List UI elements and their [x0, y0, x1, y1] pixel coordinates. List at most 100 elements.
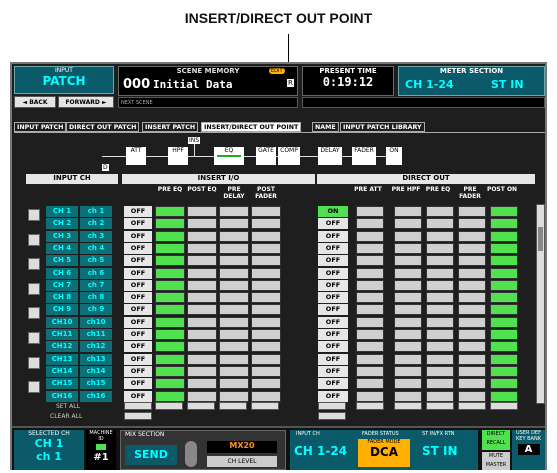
- insert-on-button[interactable]: OFF: [124, 230, 152, 242]
- direct-out-point-button[interactable]: [490, 242, 518, 254]
- insert-point-button[interactable]: [155, 242, 185, 254]
- direct-out-point-button[interactable]: [426, 230, 454, 242]
- insert-on-button[interactable]: OFF: [124, 390, 152, 402]
- direct-out-on-button[interactable]: OFF: [318, 292, 348, 304]
- channel-name[interactable]: ch 6: [80, 267, 112, 279]
- knob-icon[interactable]: [185, 441, 197, 467]
- insert-point-button[interactable]: [219, 206, 249, 217]
- insert-point-button[interactable]: [251, 341, 281, 353]
- insert-point-button[interactable]: [155, 255, 185, 267]
- insert-point-button[interactable]: [155, 353, 185, 365]
- user-def-key-bank[interactable]: USER DEF KEY BANK A: [512, 430, 545, 470]
- insert-on-button[interactable]: OFF: [124, 304, 152, 316]
- direct-out-point-button[interactable]: [458, 279, 486, 291]
- direct-out-point-button[interactable]: [490, 304, 518, 316]
- insert-point-button[interactable]: [155, 378, 185, 390]
- direct-out-point-button[interactable]: [356, 292, 384, 304]
- pair-link-icon[interactable]: [28, 258, 40, 271]
- direct-out-point-button[interactable]: [426, 316, 454, 328]
- insert-point-button[interactable]: [219, 378, 249, 390]
- direct-out-point-button[interactable]: [394, 255, 422, 267]
- direct-out-on-button[interactable]: OFF: [318, 279, 348, 291]
- direct-out-on-button[interactable]: OFF: [318, 390, 348, 402]
- insert-on-button[interactable]: OFF: [124, 279, 152, 291]
- set-all-button[interactable]: [187, 402, 215, 410]
- insert-on-button[interactable]: OFF: [124, 329, 152, 340]
- direct-out-point-button[interactable]: [356, 378, 384, 390]
- channel-id[interactable]: CH13: [46, 353, 78, 365]
- direct-out-point-button[interactable]: [394, 267, 422, 279]
- meter-ch[interactable]: CH 1-24: [405, 78, 454, 91]
- set-all-button[interactable]: [155, 402, 183, 410]
- direct-out-point-button[interactable]: [426, 218, 454, 230]
- mute-master-button[interactable]: MUTE MASTER: [482, 452, 510, 470]
- direct-out-point-button[interactable]: [394, 292, 422, 304]
- direct-out-on-button[interactable]: OFF: [318, 365, 348, 377]
- channel-id[interactable]: CH12: [46, 341, 78, 353]
- channel-id[interactable]: CH 3: [46, 230, 78, 242]
- insert-point-button[interactable]: [187, 279, 217, 291]
- forward-button[interactable]: FORWARD ►: [58, 96, 114, 108]
- insert-point-button[interactable]: [251, 206, 281, 217]
- direct-out-point-button[interactable]: [458, 329, 486, 340]
- insert-point-button[interactable]: [155, 341, 185, 353]
- direct-out-point-button[interactable]: [426, 279, 454, 291]
- pair-link-icon[interactable]: [28, 209, 40, 221]
- direct-out-on-button[interactable]: OFF: [318, 329, 348, 340]
- direct-out-point-button[interactable]: [426, 390, 454, 402]
- channel-name[interactable]: ch11: [80, 329, 112, 340]
- channel-name[interactable]: ch 2: [80, 218, 112, 230]
- insert-point-button[interactable]: [187, 218, 217, 230]
- direct-out-on-button[interactable]: OFF: [318, 316, 348, 328]
- pair-link-icon[interactable]: [28, 282, 40, 295]
- set-all-button[interactable]: [318, 402, 346, 410]
- insert-point-button[interactable]: [251, 365, 281, 377]
- direct-out-point-button[interactable]: [458, 378, 486, 390]
- insert-point-button[interactable]: [219, 390, 249, 402]
- pair-link-icon[interactable]: [28, 356, 40, 369]
- direct-out-point-button[interactable]: [356, 329, 384, 340]
- insert-point-button[interactable]: [187, 365, 217, 377]
- direct-out-point-button[interactable]: [426, 365, 454, 377]
- direct-out-point-button[interactable]: [356, 353, 384, 365]
- insert-point-button[interactable]: [155, 365, 185, 377]
- direct-out-point-button[interactable]: [490, 329, 518, 340]
- insert-on-button[interactable]: OFF: [124, 353, 152, 365]
- direct-out-point-button[interactable]: [356, 242, 384, 254]
- insert-point-button[interactable]: [155, 206, 185, 217]
- channel-name[interactable]: ch15: [80, 378, 112, 390]
- insert-point-button[interactable]: [219, 230, 249, 242]
- direct-out-point-button[interactable]: [394, 206, 422, 217]
- insert-point-button[interactable]: [155, 316, 185, 328]
- direct-out-point-button[interactable]: [394, 304, 422, 316]
- tab-input-patch[interactable]: INPUT PATCH: [14, 122, 67, 132]
- insert-on-button[interactable]: OFF: [124, 255, 152, 267]
- insert-point-button[interactable]: [187, 267, 217, 279]
- direct-out-point-button[interactable]: [426, 341, 454, 353]
- send-button[interactable]: SEND: [125, 445, 177, 465]
- pair-link-icon[interactable]: [28, 233, 40, 246]
- insert-point-button[interactable]: [155, 390, 185, 402]
- fader-ch-range[interactable]: CH 1-24: [294, 444, 347, 458]
- direct-out-point-button[interactable]: [394, 341, 422, 353]
- channel-id[interactable]: CH 9: [46, 304, 78, 316]
- insert-point-button[interactable]: [187, 329, 217, 340]
- insert-on-button[interactable]: OFF: [124, 242, 152, 254]
- direct-out-point-button[interactable]: [426, 242, 454, 254]
- insert-point-button[interactable]: [219, 341, 249, 353]
- direct-out-on-button[interactable]: OFF: [318, 341, 348, 353]
- channel-name[interactable]: ch14: [80, 365, 112, 377]
- clear-all-button[interactable]: [124, 412, 152, 420]
- insert-point-button[interactable]: [251, 292, 281, 304]
- insert-point-button[interactable]: [219, 292, 249, 304]
- insert-point-button[interactable]: [251, 316, 281, 328]
- channel-id[interactable]: CH11: [46, 329, 78, 340]
- direct-out-point-button[interactable]: [490, 353, 518, 365]
- channel-id[interactable]: CH 7: [46, 279, 78, 291]
- direct-out-on-button[interactable]: OFF: [318, 242, 348, 254]
- direct-out-point-button[interactable]: [394, 329, 422, 340]
- channel-id[interactable]: CH 1: [46, 206, 78, 217]
- channel-id[interactable]: CH14: [46, 365, 78, 377]
- insert-point-button[interactable]: [251, 304, 281, 316]
- channel-name[interactable]: ch10: [80, 316, 112, 328]
